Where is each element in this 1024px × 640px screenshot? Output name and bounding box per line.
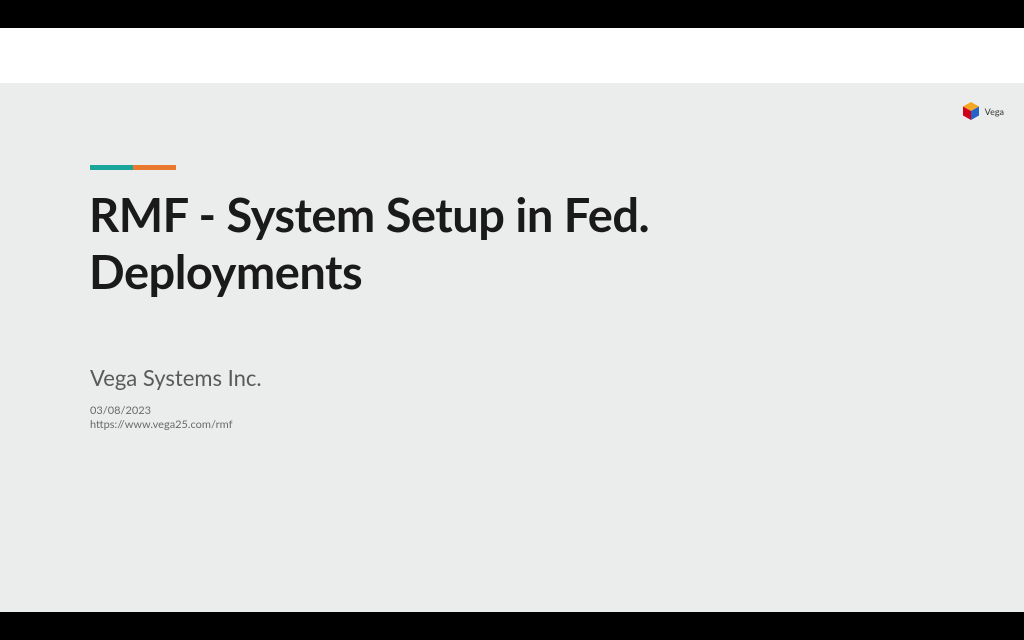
slide-date: 03/08/2023 bbox=[90, 404, 151, 417]
logo-container: Vega bbox=[961, 101, 1004, 121]
accent-teal-segment bbox=[90, 165, 133, 170]
logo-text: Vega bbox=[985, 106, 1004, 117]
vega-logo-icon bbox=[961, 101, 981, 121]
accent-bar bbox=[90, 165, 176, 170]
presentation-slide: Vega RMF - System Setup in Fed. Deployme… bbox=[0, 83, 1024, 612]
top-white-bar bbox=[0, 28, 1024, 83]
accent-orange-segment bbox=[133, 165, 176, 170]
slide-url: https://www.vega25.com/rmf bbox=[90, 418, 232, 431]
company-name: Vega Systems Inc. bbox=[90, 364, 262, 391]
slide-title: RMF - System Setup in Fed. Deployments bbox=[89, 187, 909, 302]
